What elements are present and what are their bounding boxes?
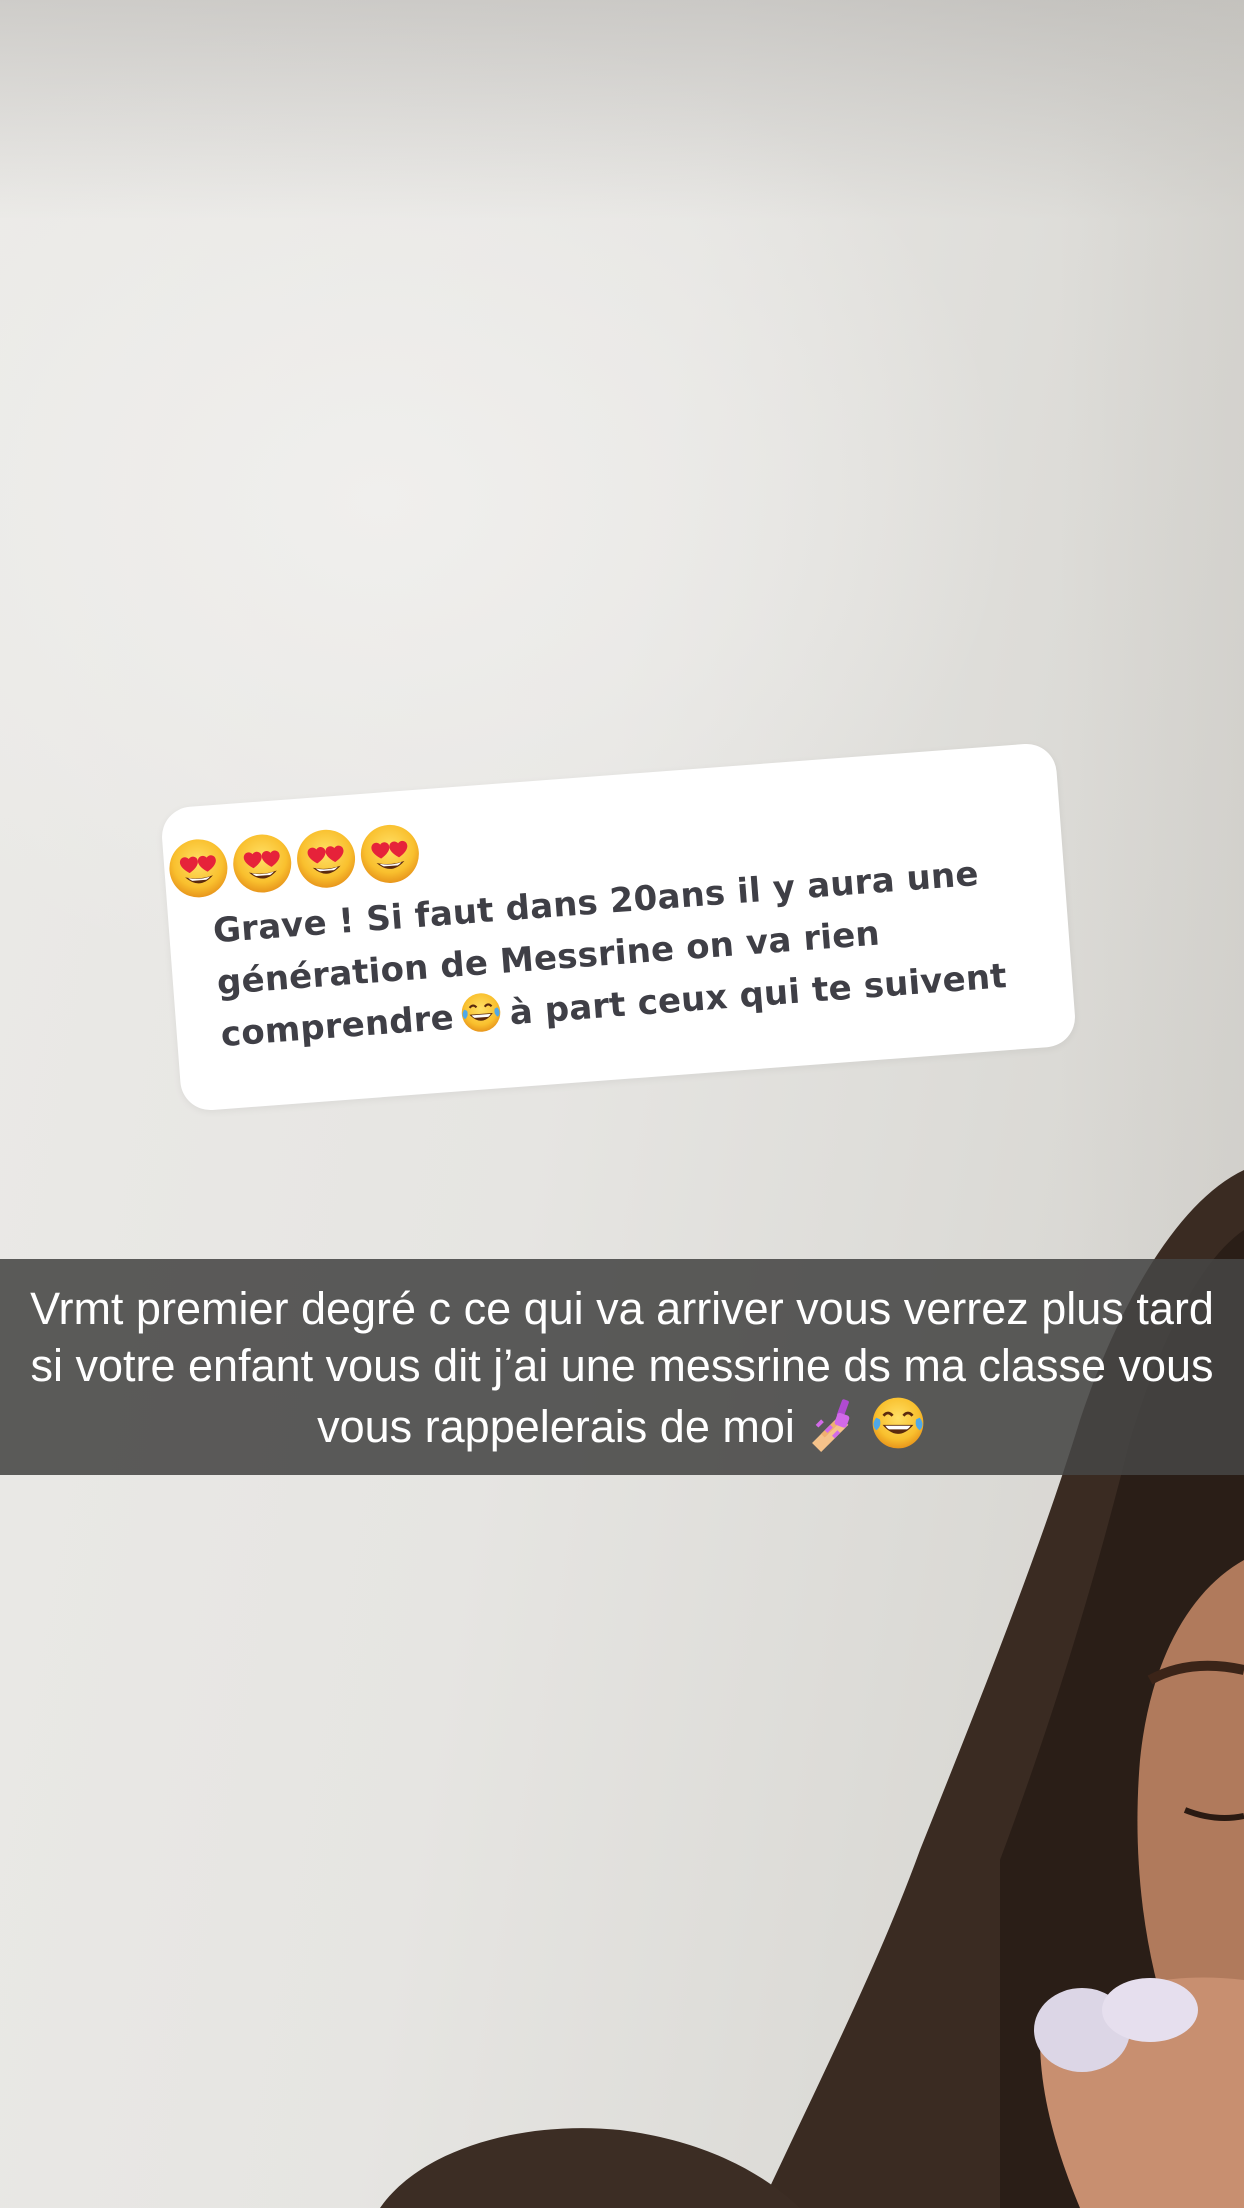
tears-of-joy-emoji-icon — [458, 989, 505, 1036]
tears-of-joy-emoji-icon — [869, 1394, 927, 1452]
heart-eyes-emoji-icon — [356, 820, 425, 889]
person-photo — [380, 1170, 1244, 2208]
caption-bar: Vrmt premier degré c ce qui va arriver v… — [0, 1259, 1244, 1475]
heart-eyes-emoji-icon — [164, 834, 233, 903]
caption-text: Vrmt premier degré c ce qui va arriver v… — [22, 1280, 1222, 1455]
caption-message: Vrmt premier degré c ce qui va arriver v… — [30, 1282, 1214, 1452]
heart-eyes-emoji-icon — [292, 824, 361, 893]
story-photo-background — [0, 0, 1244, 2208]
heart-eyes-emoji-icon — [228, 829, 297, 898]
nail-polish-emoji-icon — [803, 1394, 861, 1452]
